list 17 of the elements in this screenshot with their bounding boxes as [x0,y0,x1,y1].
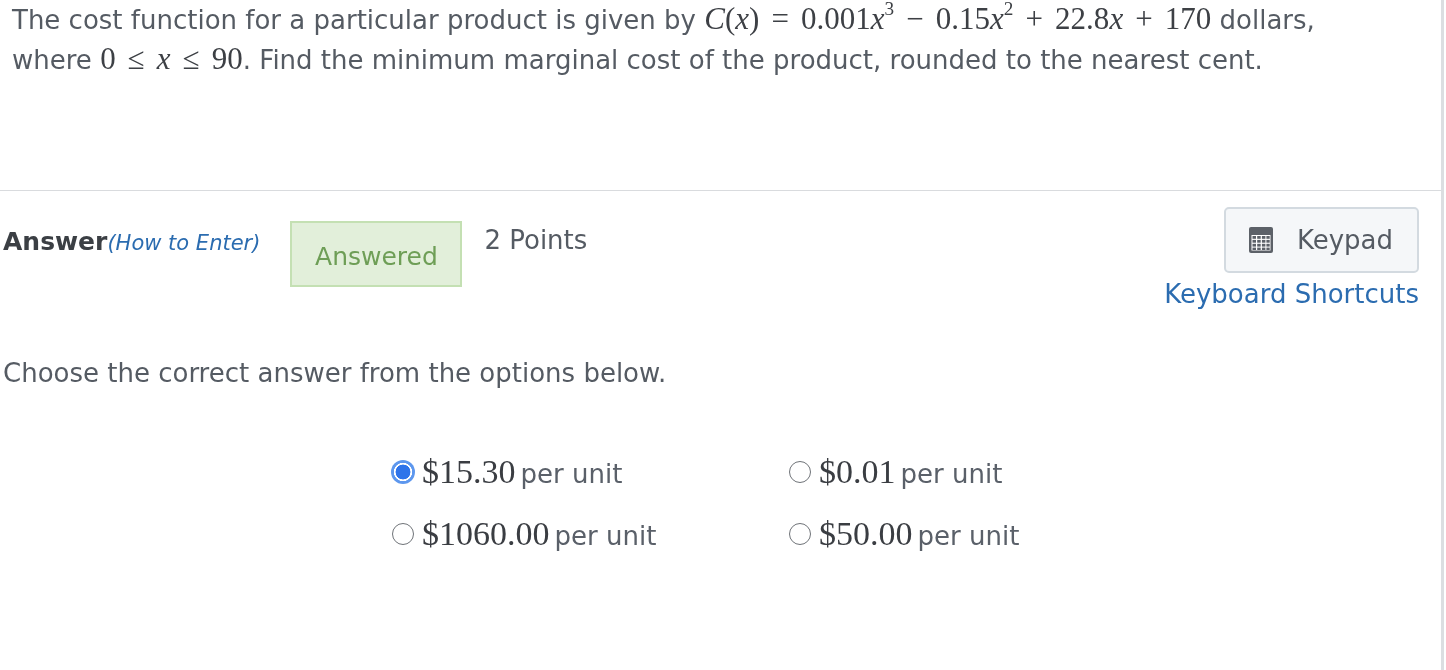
status-badge: Answered [290,221,463,287]
keyboard-shortcuts-link[interactable]: Keyboard Shortcuts [1164,279,1419,309]
how-to-enter-link[interactable]: (How to Enter) [107,231,261,255]
option-label[interactable]: $0.01 per unit [819,453,1003,491]
radio-button[interactable] [392,523,414,545]
instruction-text: Choose the correct answer from the options below. [3,358,668,388]
option-label[interactable]: $1060.00 per unit [422,515,657,553]
answer-label: Answer [3,227,108,257]
option-label[interactable]: $50.00 per unit [819,515,1020,553]
keypad-button[interactable]: Keypad [1223,207,1419,273]
calculator-icon [1248,227,1273,253]
radio-button[interactable] [789,523,811,545]
radio-button[interactable] [391,460,415,484]
points-text: 2 Points [484,225,588,255]
option-label[interactable]: $15.30 per unit [422,453,623,491]
radio-button[interactable] [789,461,811,483]
question-text: The cost function for a particular product is given by C(x) = 0.001x$^{3}$ − 0.15x$^{2}$ + 22.8x + 170 dollars, where 0 ≤ x ≤ 90. Find the minimum marginal cost of the product, rounded to the nearest cent. [12,0,1316,78]
